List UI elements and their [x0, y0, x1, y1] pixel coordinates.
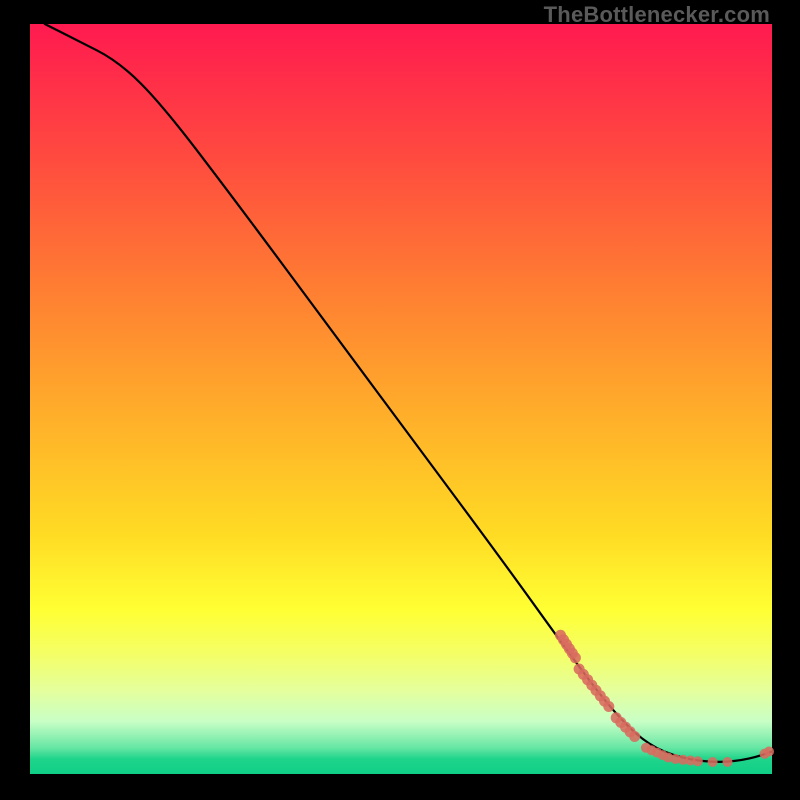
data-points-group — [555, 630, 774, 767]
data-point — [693, 756, 703, 766]
data-point — [708, 757, 718, 767]
data-point — [764, 747, 774, 757]
chart-svg — [30, 24, 772, 774]
data-point — [723, 757, 733, 767]
chart-stage: TheBottlenecker.com — [0, 0, 800, 800]
bottleneck-curve — [45, 24, 772, 762]
data-point — [603, 701, 614, 712]
plot-gradient-area — [30, 24, 772, 774]
data-point — [629, 731, 640, 742]
data-point — [570, 652, 581, 663]
